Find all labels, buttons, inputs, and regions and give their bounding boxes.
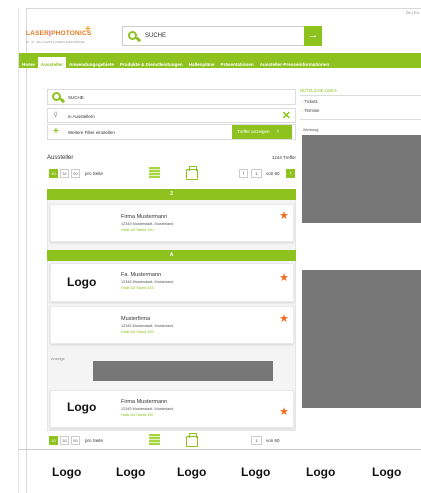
print-icon[interactable] xyxy=(186,166,198,180)
ad-banner[interactable] xyxy=(93,361,273,381)
partner-logo[interactable]: Logo xyxy=(116,465,145,479)
footer-divider xyxy=(19,449,421,450)
exhibitor-card[interactable]: Firma Mustermann 12345 Musterstadt, Must… xyxy=(50,204,294,242)
chevron-right-icon: › xyxy=(276,128,280,135)
partner-logo[interactable]: Logo xyxy=(306,465,335,479)
letter-divider-3: 3 xyxy=(47,189,296,200)
exhibitor-booth[interactable]: Halle A3 Stand 150 xyxy=(121,413,154,417)
exhibitor-search-input[interactable]: SUCHE xyxy=(68,95,84,100)
search-icon xyxy=(127,30,142,44)
filter-icon: ⊽ xyxy=(53,112,59,119)
more-filters-link[interactable]: Weitere Filter einstellen xyxy=(68,130,115,135)
per-page-30[interactable]: 30 xyxy=(60,436,69,445)
list-header: Aussteller 1244 Treffer xyxy=(47,155,296,161)
logo-plus-mark: + xyxy=(85,24,91,35)
prev-page-button[interactable]: ‹ xyxy=(239,169,248,178)
header-search-input[interactable]: SUCHE xyxy=(145,33,166,39)
exhibitor-booth[interactable]: Halle A3 Stand 335 xyxy=(121,330,154,334)
per-page-30[interactable]: 30 xyxy=(60,169,69,178)
partner-logo[interactable]: Logo xyxy=(177,465,206,479)
favorite-star-icon[interactable]: ★ xyxy=(279,312,289,325)
exhibitor-address: 12345 Musterstadt, Musterland xyxy=(121,407,174,411)
exhibitor-booth[interactable]: Halle A3 Stand 150 xyxy=(121,228,154,232)
nav-item-aussteller-presseinformationen[interactable]: Aussteller-Presseinformationen xyxy=(257,57,332,68)
show-results-label: Treffer anzeigen xyxy=(237,129,270,134)
divider xyxy=(300,119,421,120)
partner-logo[interactable]: Logo xyxy=(241,465,270,479)
sidebar-ad[interactable] xyxy=(302,270,421,408)
page-left-border xyxy=(18,8,19,493)
exhibitor-name[interactable]: Musterfirma xyxy=(121,316,150,322)
plus-icon[interactable]: + xyxy=(53,126,59,137)
exhibitor-card[interactable]: Logo Firma Mustermann 12345 Musterstadt,… xyxy=(50,390,294,428)
per-page-10[interactable]: 10 xyxy=(49,169,58,178)
exhibitor-name[interactable]: Fa. Mustermann xyxy=(121,272,161,278)
sidebar-media[interactable] xyxy=(302,135,421,223)
logo-word-laser: LASER xyxy=(26,30,50,37)
language-switch[interactable]: De | En xyxy=(406,10,419,15)
sidebar-link-tickets[interactable]: › Tickets xyxy=(302,99,318,104)
nav-item-hallenpläne[interactable]: Hallenpläne xyxy=(186,57,218,68)
exhibitor-booth[interactable]: Halle A3 Stand 333 xyxy=(121,286,154,290)
exhibitor-name[interactable]: Firma Mustermann xyxy=(121,399,167,405)
exhibitor-address: 12345 Musterstadt, Musterland xyxy=(121,280,174,284)
favorite-star-icon[interactable]: ★ xyxy=(279,405,289,418)
exhibitor-card[interactable]: Logo Fa. Mustermann 12345 Musterstadt, M… xyxy=(50,263,294,302)
sidebar-link-label: Termine xyxy=(304,108,320,113)
header-search-field[interactable]: SUCHE xyxy=(122,26,322,46)
header-search-button[interactable]: → xyxy=(304,26,322,46)
grid-view-icon[interactable] xyxy=(149,434,160,445)
exhibitor-address: 12345 Musterstadt, Musterland xyxy=(121,324,174,328)
page-of-label: von 60 xyxy=(266,171,280,176)
main-navigation: Home Aussteller Anwendungsgebiete Produkte … xyxy=(19,53,421,68)
exhibitor-logo: Logo xyxy=(67,400,97,414)
letter-divider-a: A xyxy=(47,250,296,261)
search-icon xyxy=(51,91,66,105)
nav-item-home[interactable]: Home xyxy=(19,57,38,68)
nav-item-anwendungsgebiete[interactable]: Anwendungsgebiete xyxy=(66,57,117,68)
list-title: Aussteller xyxy=(47,155,74,161)
print-icon[interactable] xyxy=(186,433,198,447)
next-page-button[interactable]: › xyxy=(286,169,295,178)
per-page-10[interactable]: 10 xyxy=(49,436,58,445)
partner-logo[interactable]: Logo xyxy=(372,465,401,479)
divider xyxy=(300,95,421,96)
favorite-star-icon[interactable]: ★ xyxy=(279,209,289,222)
nav-item-präsentationen[interactable]: Präsentationen xyxy=(218,57,257,68)
favorite-star-icon[interactable]: ★ xyxy=(279,271,289,284)
result-count: 1244 Treffer xyxy=(271,155,296,160)
exhibitor-name[interactable]: Firma Mustermann xyxy=(121,214,167,220)
chevron-right-icon: › xyxy=(302,99,304,104)
per-page-50[interactable]: 50 xyxy=(71,169,80,178)
per-page-label: pro Seite xyxy=(85,171,104,176)
remove-filter-icon[interactable]: ✕ xyxy=(282,109,291,122)
logo-tagline: W · M · BAU 2025 PLANERS WELTMESSE xyxy=(26,40,85,44)
page-number-input[interactable]: 1 xyxy=(251,436,262,445)
nav-item-produkte-dienstleistungen[interactable]: Produkte & Dienstleistungen xyxy=(117,57,186,68)
exhibitor-search-field[interactable]: SUCHE xyxy=(47,89,296,105)
active-filter-label: in Ausstellern xyxy=(68,114,95,119)
show-results-button[interactable]: Treffer anzeigen › xyxy=(232,125,292,139)
page-number-input[interactable]: 1 xyxy=(251,169,262,178)
grid-view-icon[interactable] xyxy=(149,167,160,178)
partner-logo[interactable]: Logo xyxy=(52,465,81,479)
sidebar-link-termine[interactable]: › Termine xyxy=(302,108,319,113)
sidebar-media-label: Werbung xyxy=(303,128,319,132)
page-of-label: von 60 xyxy=(266,438,280,443)
exhibitor-logo: Logo xyxy=(67,275,97,289)
exhibitor-address: 12345 Musterstadt, Musterland xyxy=(121,222,174,226)
active-filter-row: ⊽ in Ausstellern ✕ xyxy=(47,108,296,123)
sidebar-link-label: Tickets xyxy=(304,99,318,104)
site-logo[interactable]: LASER|PHOTONICS xyxy=(26,30,91,37)
chevron-right-icon: › xyxy=(302,108,304,113)
useful-links-title: NÜTZLICHE LINKS xyxy=(300,88,337,93)
per-page-50[interactable]: 50 xyxy=(71,436,80,445)
exhibitor-card[interactable]: Musterfirma 12345 Musterstadt, Musterlan… xyxy=(50,306,294,344)
nav-item-aussteller[interactable]: Aussteller xyxy=(37,57,66,68)
ad-label: Anzeige xyxy=(51,357,65,361)
per-page-label: pro Seite xyxy=(85,438,104,443)
